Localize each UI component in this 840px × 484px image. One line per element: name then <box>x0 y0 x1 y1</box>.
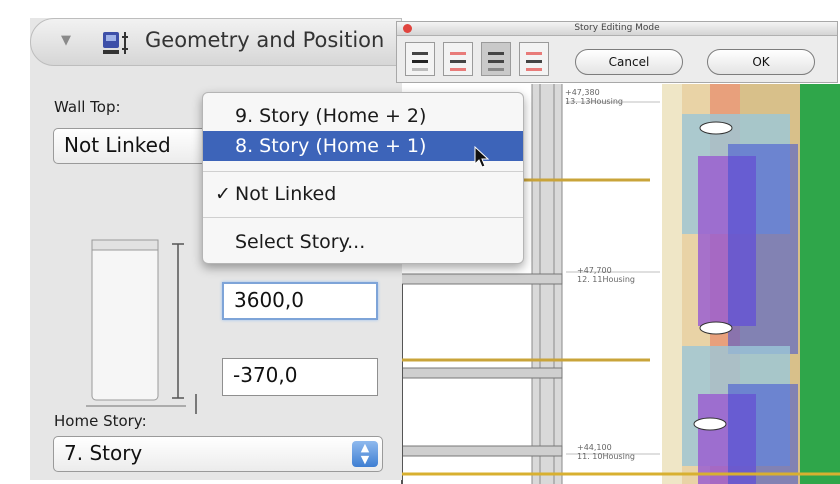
mode-3-icon[interactable] <box>481 42 511 76</box>
panel-header[interactable]: ▼ Geometry and Position <box>30 18 402 66</box>
disclosure-triangle-icon[interactable]: ▼ <box>61 33 71 48</box>
geometry-icon <box>103 32 128 54</box>
panel-title: Geometry and Position <box>145 28 385 52</box>
menu-separator <box>203 171 523 172</box>
menu-separator <box>203 217 523 218</box>
mode-1-icon[interactable] <box>405 42 435 76</box>
wall-height-input[interactable]: 3600,0 <box>222 282 378 320</box>
ok-button[interactable]: OK <box>707 49 815 75</box>
menu-item-select-story[interactable]: Select Story... <box>203 227 523 257</box>
mouse-pointer-icon <box>474 146 490 168</box>
mode-4-icon[interactable] <box>519 42 549 76</box>
elevation-label: +47,380 13. 13Housing <box>565 88 623 106</box>
bottom-offset-input[interactable]: -370,0 <box>222 358 378 396</box>
menu-item-not-linked[interactable]: ✓ Not Linked <box>203 179 523 209</box>
dialog-title-bar[interactable]: Story Editing Mode <box>397 22 837 36</box>
wall-top-select[interactable]: Not Linked <box>53 128 213 164</box>
home-story-label: Home Story: <box>54 412 147 430</box>
wall-top-label: Wall Top: <box>54 98 121 116</box>
cancel-button[interactable]: Cancel <box>575 49 683 75</box>
dialog-title: Story Editing Mode <box>574 23 660 33</box>
wall-top-value: Not Linked <box>64 133 171 157</box>
home-story-select[interactable]: 7. Story ▲ ▼ <box>53 436 383 472</box>
elevation-label: +47,700 12. 11Housing <box>577 266 635 284</box>
mode-2-icon[interactable] <box>443 42 473 76</box>
select-arrows-icon[interactable]: ▲ ▼ <box>352 441 378 467</box>
home-story-value: 7. Story <box>64 441 143 465</box>
wall-height-value: 3600,0 <box>234 288 304 312</box>
checkmark-icon: ✓ <box>215 183 231 205</box>
wall-top-dropdown-menu: 9. Story (Home + 2) 8. Story (Home + 1) … <box>202 92 524 264</box>
story-editing-mode-dialog: Story Editing Mode Cancel OK <box>396 21 838 83</box>
bottom-offset-value: -370,0 <box>233 363 298 387</box>
menu-item-9-story[interactable]: 9. Story (Home + 2) <box>203 101 523 131</box>
wall-height-diagram <box>86 239 197 414</box>
elevation-label: +44,100 11. 10Housing <box>577 443 635 461</box>
